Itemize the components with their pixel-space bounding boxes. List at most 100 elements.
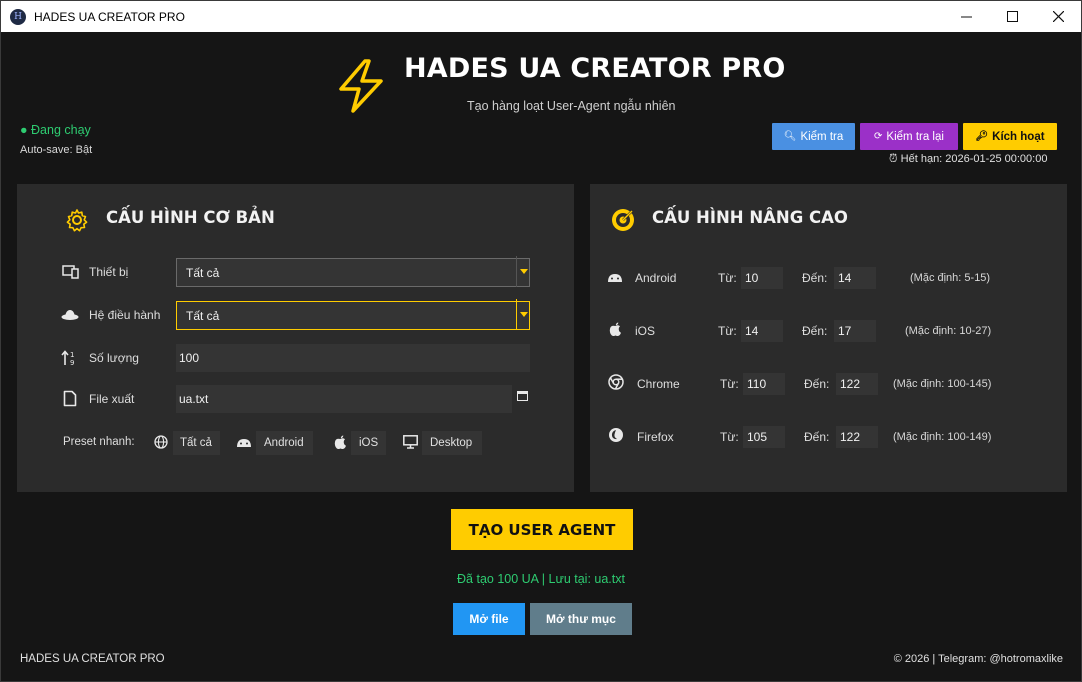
file-input[interactable]: ua.txt bbox=[176, 385, 512, 413]
svg-text:1: 1 bbox=[70, 351, 74, 359]
apple-icon bbox=[332, 434, 348, 450]
recheck-label: Kiểm tra lại bbox=[886, 130, 944, 143]
globe-icon bbox=[153, 434, 169, 450]
minimize-icon bbox=[960, 16, 972, 18]
window-icon bbox=[516, 391, 528, 401]
chevron-down-icon bbox=[516, 256, 530, 287]
svg-text:9: 9 bbox=[70, 359, 74, 366]
quantity-input[interactable]: 100 bbox=[176, 344, 530, 372]
chrome-from-input[interactable]: 110 bbox=[743, 373, 785, 395]
activate-label: Kích hoạt bbox=[992, 130, 1045, 143]
autosave-status: Auto-save: Bật bbox=[20, 144, 93, 156]
quantity-label: Số lượng bbox=[89, 351, 139, 365]
android-default: (Mặc định: 5-15) bbox=[910, 272, 991, 284]
os-select[interactable]: Tất cả bbox=[176, 301, 530, 330]
chrome-label: Chrome bbox=[637, 377, 680, 391]
minimize-button[interactable] bbox=[943, 1, 989, 32]
footer-app-name: HADES UA CREATOR PRO bbox=[20, 653, 165, 665]
open-file-button[interactable]: Mở file bbox=[453, 603, 525, 635]
ios-label: iOS bbox=[635, 324, 656, 338]
chrome-from-label: Từ: bbox=[720, 377, 739, 391]
preset-android-button[interactable]: Android bbox=[256, 431, 313, 455]
preset-all-button[interactable]: Tất cả bbox=[173, 431, 220, 455]
android-icon bbox=[606, 268, 624, 286]
device-label: Thiết bị bbox=[89, 265, 129, 279]
ios-to-label: Đến: bbox=[802, 324, 828, 338]
app-subtitle: Tạo hàng loạt User-Agent ngẫu nhiên bbox=[467, 99, 676, 113]
firefox-from-value: 105 bbox=[747, 430, 768, 444]
lightning-icon bbox=[339, 59, 383, 113]
preset-label: Preset nhanh: bbox=[63, 436, 135, 448]
preset-all-label: Tất cả bbox=[180, 437, 212, 449]
device-value: Tất cả bbox=[186, 265, 220, 280]
android-from-label: Từ: bbox=[718, 271, 737, 285]
expiry-label: Hết hạn: 2026-01-25 00:00:00 bbox=[900, 153, 1048, 165]
file-label: File xuất bbox=[89, 392, 135, 406]
search-icon: 🔍︎ bbox=[783, 131, 797, 142]
firefox-icon bbox=[607, 426, 625, 444]
preset-ios-label: iOS bbox=[359, 437, 379, 449]
title-bar: H HADES UA CREATOR PRO bbox=[1, 1, 1081, 32]
key-icon: 🔑︎ bbox=[975, 131, 989, 142]
preset-desktop-button[interactable]: Desktop bbox=[422, 431, 482, 455]
device-dropdown-toggle[interactable] bbox=[515, 256, 530, 287]
close-button[interactable] bbox=[1035, 1, 1081, 32]
firefox-label: Firefox bbox=[637, 430, 674, 444]
android-to-value: 14 bbox=[838, 271, 852, 285]
file-icon bbox=[61, 389, 79, 407]
open-folder-button[interactable]: Mở thư mục bbox=[530, 603, 632, 635]
refresh-icon: ⟳ bbox=[874, 131, 883, 142]
status-running: ● Đang chạy bbox=[20, 123, 91, 137]
app-title: HADES UA CREATOR PRO bbox=[404, 53, 786, 84]
ios-from-input[interactable]: 14 bbox=[741, 320, 783, 342]
close-icon bbox=[1052, 11, 1064, 22]
preset-ios-button[interactable]: iOS bbox=[351, 431, 386, 455]
browse-file-button[interactable] bbox=[515, 389, 529, 403]
android-to-input[interactable]: 14 bbox=[834, 267, 876, 289]
file-value: ua.txt bbox=[179, 392, 209, 406]
check-label: Kiểm tra bbox=[800, 130, 844, 143]
os-value: Tất cả bbox=[186, 308, 220, 323]
firefox-from-label: Từ: bbox=[720, 430, 739, 444]
firefox-to-label: Đến: bbox=[804, 430, 830, 444]
android-from-input[interactable]: 10 bbox=[741, 267, 783, 289]
desktop-icon bbox=[402, 434, 418, 450]
device-select[interactable]: Tất cả bbox=[176, 258, 530, 287]
ios-to-input[interactable]: 17 bbox=[834, 320, 876, 342]
chrome-icon bbox=[607, 373, 625, 391]
android-from-value: 10 bbox=[745, 271, 759, 285]
os-dropdown-toggle[interactable] bbox=[515, 299, 530, 330]
ios-to-value: 17 bbox=[838, 324, 852, 338]
ios-default: (Mặc định: 10-27) bbox=[905, 325, 992, 337]
chrome-from-value: 110 bbox=[747, 377, 767, 391]
gear-icon bbox=[66, 209, 88, 232]
ios-from-label: Từ: bbox=[718, 324, 737, 338]
chevron-down-icon bbox=[516, 299, 530, 330]
advanced-config-panel: CẤU HÌNH NÂNG CAO Android Từ: 10 Đến: 14… bbox=[590, 184, 1067, 492]
preset-android-label: Android bbox=[264, 437, 304, 449]
maximize-button[interactable] bbox=[989, 1, 1035, 32]
sort-numeric-icon: 19 bbox=[61, 349, 79, 367]
android-icon bbox=[236, 434, 252, 450]
firefox-to-input[interactable]: 122 bbox=[836, 426, 878, 448]
firefox-default: (Mặc định: 100-149) bbox=[893, 431, 992, 443]
expiry-text: ⏰︎ Hết hạn: 2026-01-25 00:00:00 bbox=[889, 153, 1047, 166]
chrome-default: (Mặc định: 100-145) bbox=[893, 378, 992, 390]
result-message: Đã tạo 100 UA | Lưu tại: ua.txt bbox=[457, 572, 625, 586]
chrome-to-input[interactable]: 122 bbox=[836, 373, 878, 395]
firefox-from-input[interactable]: 105 bbox=[743, 426, 785, 448]
redhat-icon bbox=[61, 306, 79, 324]
quantity-value: 100 bbox=[179, 351, 200, 365]
target-icon bbox=[612, 209, 634, 231]
os-label: Hệ điều hành bbox=[89, 308, 161, 322]
maximize-icon bbox=[1006, 11, 1018, 22]
firefox-to-value: 122 bbox=[840, 430, 861, 444]
advanced-config-title: CẤU HÌNH NÂNG CAO bbox=[652, 208, 848, 227]
create-user-agent-button[interactable]: TẠO USER AGENT bbox=[451, 509, 633, 550]
activate-button[interactable]: 🔑︎ Kích hoạt bbox=[963, 123, 1057, 150]
recheck-button[interactable]: ⟳ Kiểm tra lại bbox=[860, 123, 958, 150]
check-button[interactable]: 🔍︎ Kiểm tra bbox=[772, 123, 855, 150]
preset-desktop-label: Desktop bbox=[430, 437, 473, 449]
app-window: H HADES UA CREATOR PRO HADES UA CREATOR … bbox=[0, 0, 1082, 682]
android-label: Android bbox=[635, 271, 677, 285]
